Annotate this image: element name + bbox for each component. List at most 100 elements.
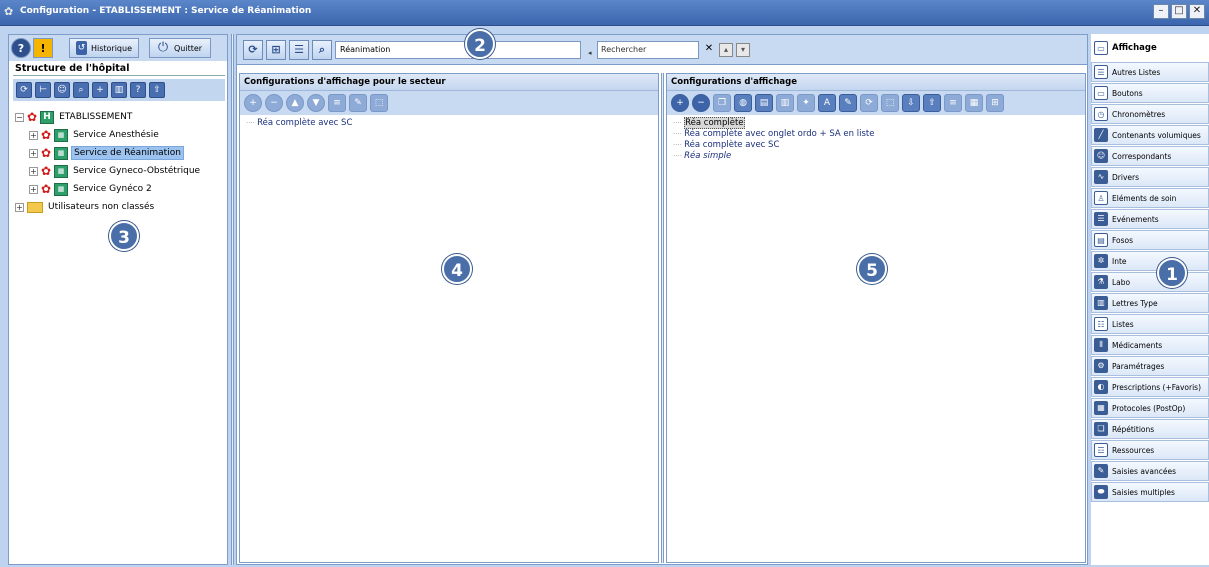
expand-icon[interactable]: + bbox=[29, 130, 38, 140]
expand-icon[interactable]: + bbox=[29, 184, 38, 194]
tree-icon[interactable]: ⊢ bbox=[35, 82, 51, 98]
tree-row-service[interactable]: + ✿ ▦ Service Gyneco-Obstétrique bbox=[29, 163, 202, 179]
sidebar-item-affichage[interactable]: ▭ Affichage bbox=[1091, 36, 1209, 60]
align-icon[interactable]: ≡ bbox=[944, 94, 962, 112]
edit-icon[interactable]: ✎ bbox=[839, 94, 857, 112]
sidebar-item-inte[interactable]: ✲ Inte bbox=[1091, 251, 1209, 271]
historique-button[interactable]: ↺ Historique bbox=[69, 38, 139, 58]
add-icon[interactable]: + bbox=[671, 94, 689, 112]
move-down-icon[interactable]: ▼ bbox=[307, 94, 325, 112]
sidebar-item-labo[interactable]: ⚗ Labo bbox=[1091, 272, 1209, 292]
dropdown-icon[interactable]: ◂ bbox=[588, 45, 592, 61]
add-icon[interactable]: + bbox=[244, 94, 262, 112]
sidebar-item-listes[interactable]: ☷ Listes bbox=[1091, 314, 1209, 334]
globe-icon[interactable]: ◍ bbox=[734, 94, 752, 112]
sidebar-item-fosos[interactable]: ▤ Fosos bbox=[1091, 230, 1209, 250]
list-item[interactable]: Réa complète avec SC bbox=[673, 140, 1079, 151]
sidebar-item-elements-soin[interactable]: ♙ Eléments de soin bbox=[1091, 188, 1209, 208]
expand-icon[interactable]: + bbox=[29, 148, 38, 158]
sidebar-item-label: Chronomètres bbox=[1112, 109, 1166, 119]
tree-row-service[interactable]: + ✿ ▦ Service Anesthésie bbox=[29, 127, 161, 143]
expand-icon[interactable]: + bbox=[15, 202, 24, 212]
splitter[interactable] bbox=[231, 34, 234, 565]
refresh-icon[interactable]: ⟳ bbox=[16, 82, 32, 98]
grid-icon[interactable]: ⊞ bbox=[266, 39, 286, 60]
collapse-icon[interactable]: − bbox=[15, 112, 24, 122]
sidebar-item-evenements[interactable]: ☰ Evénements bbox=[1091, 209, 1209, 229]
sort-icon[interactable]: ≡ bbox=[328, 94, 346, 112]
tree-row-root[interactable]: − ✿ H ETABLISSEMENT bbox=[15, 109, 134, 125]
sidebar-item-chronometres[interactable]: ◷ Chronomètres bbox=[1091, 104, 1209, 124]
sidebar-item-correspondants[interactable]: ☺ Correspondants bbox=[1091, 146, 1209, 166]
tree-row-service[interactable]: + ✿ ▦ Service Gynéco 2 bbox=[29, 181, 154, 197]
tree-row-service[interactable]: + ✿ ▦ Service de Réanimation bbox=[29, 145, 184, 161]
clipboard-icon[interactable]: ▥ bbox=[776, 94, 794, 112]
sidebar-item-label: Labo bbox=[1112, 277, 1131, 287]
select-icon[interactable]: ⬚ bbox=[881, 94, 899, 112]
trash-icon[interactable]: ▥ bbox=[111, 82, 127, 98]
quitter-button[interactable]: ⏻ Quitter bbox=[149, 38, 211, 58]
font-icon[interactable]: A bbox=[818, 94, 836, 112]
sidebar-item-ressources[interactable]: ☲ Ressources bbox=[1091, 440, 1209, 460]
search-icon[interactable]: ⌕ bbox=[73, 82, 89, 98]
sector-combo[interactable]: Réanimation bbox=[335, 40, 581, 59]
list-item[interactable]: Réa simple bbox=[673, 151, 1079, 162]
center-area: ⟳ ⊞ ☰ ⌕ Réanimation ◂ Rechercher ✕ ▴ ▾ 2… bbox=[236, 29, 1088, 565]
import-icon[interactable]: ⇩ bbox=[902, 94, 920, 112]
sector-pane-title: Configurations d'affichage pour le secte… bbox=[240, 74, 658, 91]
minimize-button[interactable]: – bbox=[1153, 4, 1169, 19]
splitter[interactable] bbox=[661, 73, 664, 563]
history-icon: ↺ bbox=[76, 41, 87, 55]
tree-row-unclassified[interactable]: + Utilisateurs non classés bbox=[15, 199, 156, 215]
user-icon[interactable]: ☺ bbox=[54, 82, 70, 98]
title-bar: ✿ Configuration - ETABLISSEMENT : Servic… bbox=[0, 0, 1209, 26]
sidebar-item-prescriptions[interactable]: ◐ Prescriptions (+Favoris) bbox=[1091, 377, 1209, 397]
remove-icon[interactable]: − bbox=[692, 94, 710, 112]
clock-icon: ◷ bbox=[1094, 107, 1108, 121]
sidebar-item-autres-listes[interactable]: ☰ Autres Listes bbox=[1091, 62, 1209, 82]
expand-icon[interactable]: + bbox=[29, 166, 38, 176]
list-item-selected[interactable]: Réa complète bbox=[673, 117, 1079, 129]
style-icon[interactable]: ✦ bbox=[797, 94, 815, 112]
warning-button[interactable]: ! bbox=[33, 38, 53, 58]
sidebar-item-protocoles[interactable]: ▦ Protocoles (PostOp) bbox=[1091, 398, 1209, 418]
maximize-button[interactable]: □ bbox=[1171, 4, 1187, 19]
sidebar-item-contenants[interactable]: ╱ Contenants volumiques bbox=[1091, 125, 1209, 145]
list-icon[interactable]: ☰ bbox=[289, 39, 309, 60]
export-icon[interactable]: ⇧ bbox=[923, 94, 941, 112]
table-icon[interactable]: ▦ bbox=[965, 94, 983, 112]
search-input[interactable]: ◂ Rechercher bbox=[588, 40, 699, 59]
sidebar-item-parametrages[interactable]: ⚙ Paramétrages bbox=[1091, 356, 1209, 376]
sidebar-item-boutons[interactable]: ▭ Boutons bbox=[1091, 83, 1209, 103]
help-button[interactable]: ? bbox=[11, 38, 31, 58]
add-icon[interactable]: + bbox=[92, 82, 108, 98]
sidebar-item-label: Eléments de soin bbox=[1112, 193, 1177, 203]
sidebar-item-saisies-avancees[interactable]: ✎ Saisies avancées bbox=[1091, 461, 1209, 481]
grid-icon[interactable]: ⊞ bbox=[986, 94, 1004, 112]
sidebar-item-drivers[interactable]: ∿ Drivers bbox=[1091, 167, 1209, 187]
sidebar-item-saisies-multiples[interactable]: ⬬ Saisies multiples bbox=[1091, 482, 1209, 502]
refresh-icon[interactable]: ⟳ bbox=[243, 39, 263, 60]
export-icon[interactable]: ⇧ bbox=[149, 82, 165, 98]
copy-icon[interactable]: ❐ bbox=[713, 94, 731, 112]
sidebar-item-repetitions[interactable]: ❏ Répétitions bbox=[1091, 419, 1209, 439]
refresh-icon[interactable]: ⟳ bbox=[860, 94, 878, 112]
close-button[interactable]: ✕ bbox=[1189, 4, 1205, 19]
next-icon[interactable]: ▾ bbox=[736, 42, 750, 57]
list-item[interactable]: Réa complète avec SC bbox=[246, 118, 652, 129]
select-icon[interactable]: ⬚ bbox=[370, 94, 388, 112]
sidebar-item-medicaments[interactable]: ⫴ Médicaments bbox=[1091, 335, 1209, 355]
list-item[interactable]: Réa complète avec onglet ordo + SA en li… bbox=[673, 129, 1079, 140]
structure-toolbar: ⟳ ⊢ ☺ ⌕ + ▥ ? ⇧ bbox=[13, 79, 225, 101]
callout-badge-1: 1 bbox=[1157, 258, 1187, 288]
move-up-icon[interactable]: ▲ bbox=[286, 94, 304, 112]
remove-icon[interactable]: − bbox=[265, 94, 283, 112]
search-icon[interactable]: ⌕ bbox=[312, 39, 332, 60]
previous-icon[interactable]: ▴ bbox=[719, 42, 733, 57]
sidebar-item-lettres-type[interactable]: ▥ Lettres Type bbox=[1091, 293, 1209, 313]
help-icon[interactable]: ? bbox=[130, 82, 146, 98]
clear-icon[interactable]: ✕ bbox=[702, 43, 716, 57]
monitor-icon: ▭ bbox=[1094, 41, 1108, 55]
edit-icon[interactable]: ✎ bbox=[349, 94, 367, 112]
paste-icon[interactable]: ▤ bbox=[755, 94, 773, 112]
